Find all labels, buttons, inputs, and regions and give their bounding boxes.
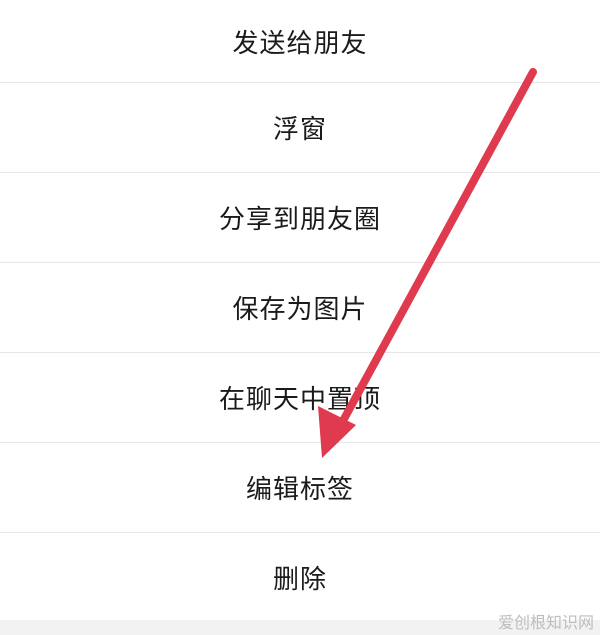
menu-item-share-to-moments[interactable]: 分享到朋友圈 (0, 173, 600, 263)
page: 发送给朋友 浮窗 分享到朋友圈 保存为图片 在聊天中置顶 编辑标签 删除 爱创根… (0, 0, 600, 635)
menu-item-label: 删除 (272, 564, 327, 595)
action-menu: 发送给朋友 浮窗 分享到朋友圈 保存为图片 在聊天中置顶 编辑标签 删除 (0, 0, 600, 620)
menu-item-send-to-friend[interactable]: 发送给朋友 (0, 0, 600, 83)
menu-item-label: 在聊天中置顶 (218, 385, 381, 415)
watermark-text: 爱创根知识网 (497, 613, 594, 632)
menu-item-delete[interactable]: 删除 (0, 533, 600, 621)
menu-item-label: 编辑标签 (245, 475, 354, 505)
menu-item-label: 保存为图片 (232, 295, 368, 325)
menu-item-pin-chat[interactable]: 在聊天中置顶 (0, 353, 600, 443)
menu-item-label: 分享到朋友圈 (218, 205, 381, 235)
menu-item-label: 浮窗 (272, 115, 327, 145)
menu-item-save-as-image[interactable]: 保存为图片 (0, 263, 600, 353)
menu-item-label: 发送给朋友 (232, 28, 368, 59)
menu-item-edit-tags[interactable]: 编辑标签 (0, 443, 600, 533)
menu-item-floating-window[interactable]: 浮窗 (0, 83, 600, 173)
